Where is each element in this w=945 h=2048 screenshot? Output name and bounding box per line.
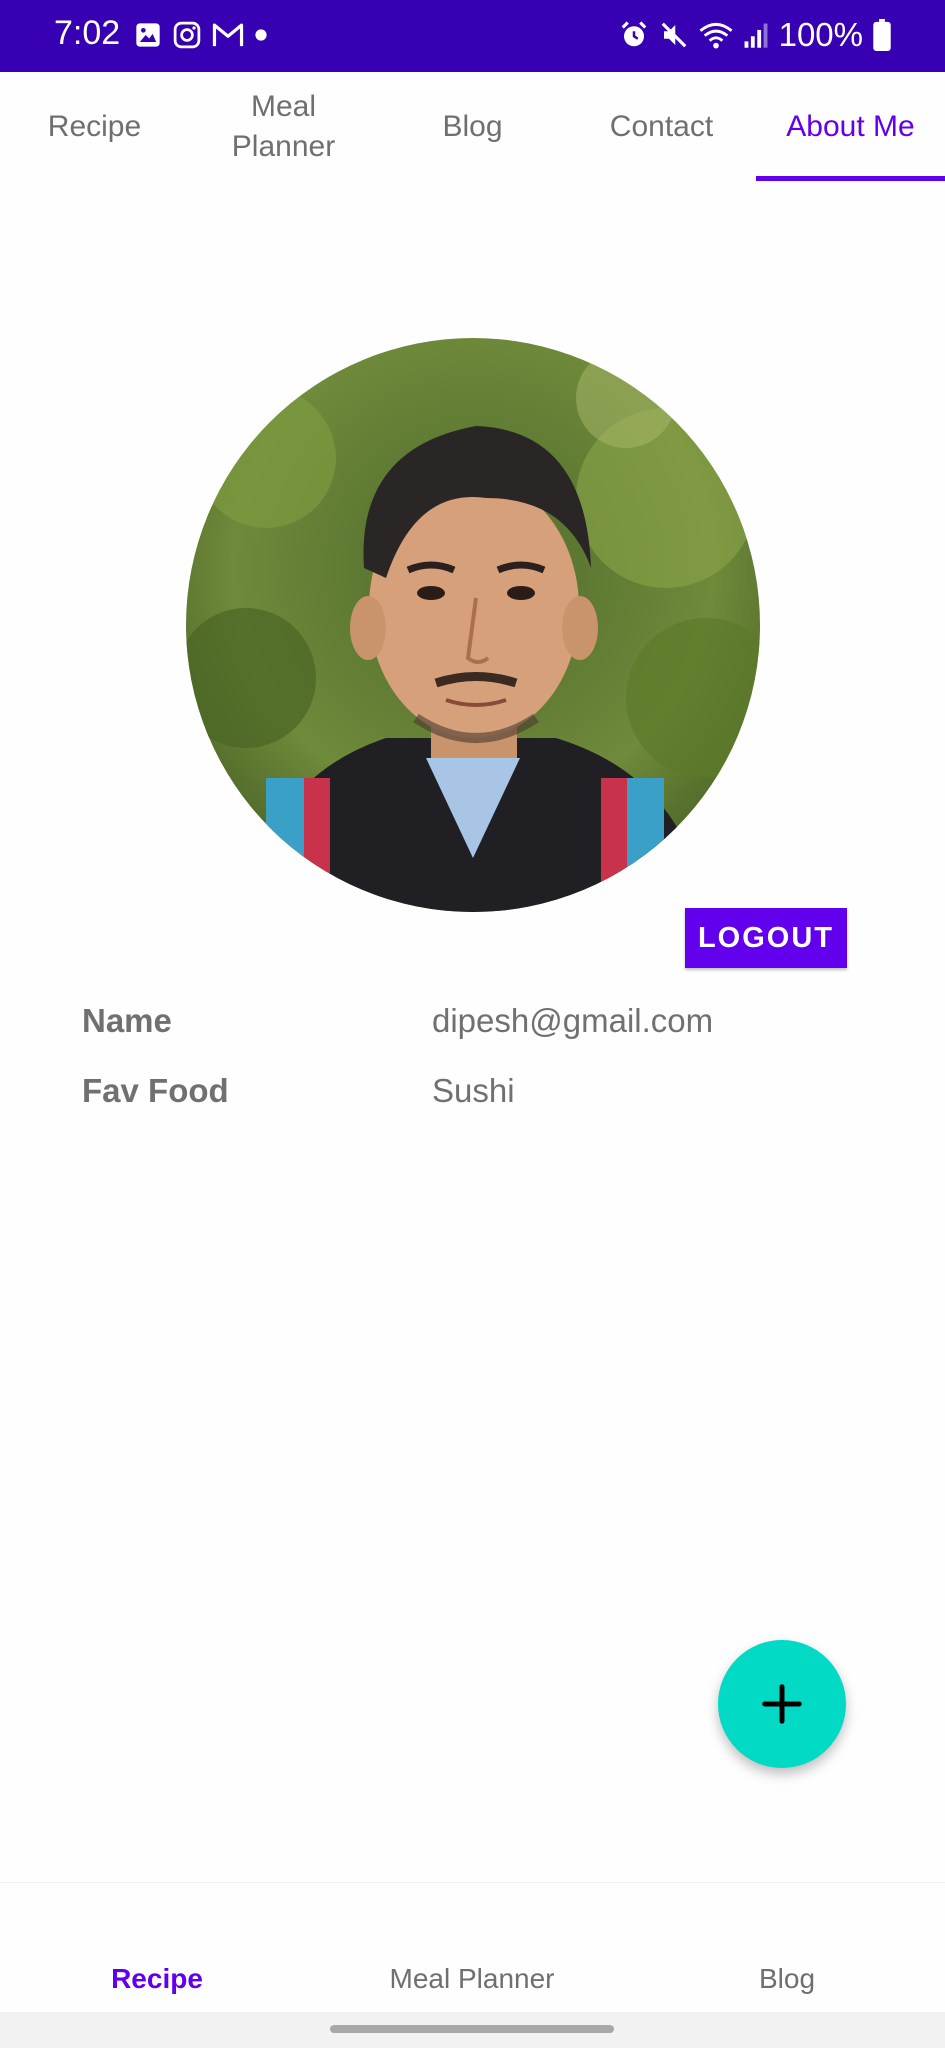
alarm-icon	[621, 21, 646, 47]
system-icons: 100%	[619, 16, 891, 54]
battery-icon	[873, 19, 891, 51]
profile-photo	[186, 338, 760, 912]
add-fab-button[interactable]	[718, 1640, 846, 1768]
logout-button[interactable]: LOGOUT	[685, 908, 847, 968]
wifi-icon	[699, 22, 733, 49]
name-label: Name	[82, 1002, 172, 1039]
tab-label: Blog	[442, 109, 503, 143]
bottom-navigation: Recipe Meal Planner Blog	[0, 1882, 945, 2013]
status-time: 7:02	[54, 14, 121, 52]
tab-label: Contact	[609, 109, 714, 143]
profile-photo-image	[186, 338, 760, 912]
tab-label: About Me	[786, 109, 915, 143]
tab-contact[interactable]: Contact	[567, 72, 756, 182]
tab-label-line2: Planner	[231, 130, 336, 163]
status-bar: 7:02 100%	[0, 0, 945, 72]
tab-label: Meal	[250, 89, 317, 123]
instagram-icon	[173, 21, 201, 49]
gmail-icon	[212, 23, 244, 47]
battery-level: 100%	[778, 16, 863, 53]
active-tab-indicator	[756, 176, 945, 181]
tab-label: Recipe	[47, 109, 142, 143]
bottom-nav-blog[interactable]: Blog	[759, 1963, 815, 1995]
tab-meal-planner[interactable]: Meal Planner	[189, 72, 378, 182]
notification-icons	[134, 20, 268, 50]
bottom-nav-meal-planner[interactable]: Meal Planner	[390, 1963, 555, 1995]
tab-recipe[interactable]: Recipe	[0, 72, 189, 182]
fav-food-label: Fav Food	[82, 1072, 229, 1109]
name-value: dipesh@gmail.com	[432, 1002, 714, 1039]
fav-food-value: Sushi	[432, 1072, 515, 1109]
tab-blog[interactable]: Blog	[378, 72, 567, 182]
top-tab-bar: Recipe Meal Planner Blog Contact About Me	[0, 72, 945, 182]
home-gesture-bar[interactable]	[330, 2025, 614, 2033]
bottom-nav-recipe[interactable]: Recipe	[111, 1963, 203, 1995]
tab-about-me[interactable]: About Me	[756, 72, 945, 182]
plus-icon	[762, 1684, 802, 1724]
mute-icon	[661, 22, 686, 48]
signal-icon	[744, 23, 768, 48]
dot-icon	[255, 29, 267, 41]
gallery-icon	[136, 23, 160, 47]
